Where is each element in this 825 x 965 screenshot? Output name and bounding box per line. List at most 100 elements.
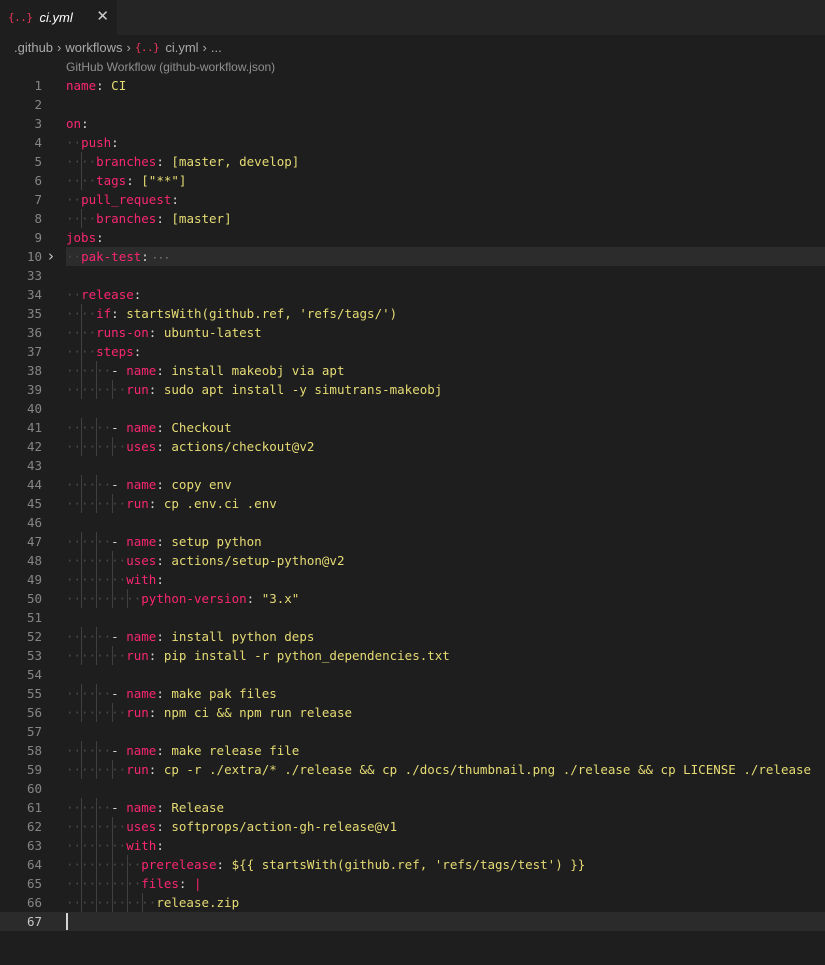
code-text: ········run: npm ci && npm run release (66, 703, 352, 722)
yaml-key: files (141, 876, 179, 891)
breadcrumb-workflows[interactable]: workflows (65, 40, 122, 55)
code-text: ··pull_request: (66, 190, 179, 209)
yaml-separator: : (216, 857, 232, 872)
yaml-key: prerelease (141, 857, 217, 872)
code-line[interactable]: 40 (0, 399, 825, 418)
yaml-key: branches (96, 154, 157, 169)
whitespace-marker: ···· (66, 173, 97, 188)
breadcrumb-symbols[interactable]: ... (211, 40, 222, 55)
whitespace-marker: ······ (66, 686, 112, 701)
breadcrumb-file[interactable]: ci.yml (165, 40, 198, 55)
code-line[interactable]: 66 ············release.zip (0, 893, 825, 912)
tab-ci-yml[interactable]: {..} ci.yml ✕ (0, 0, 117, 35)
code-text: ··········python-version: "3.x" (66, 589, 299, 608)
whitespace-marker: ············ (66, 895, 157, 910)
code-line[interactable]: 4 ··push: (0, 133, 825, 152)
yaml-key: run (126, 705, 149, 720)
whitespace-marker: ········ (66, 496, 127, 511)
code-line[interactable]: 7 ··pull_request: (0, 190, 825, 209)
code-line[interactable]: 8 ····branches: [master] (0, 209, 825, 228)
code-line[interactable]: 9 jobs: (0, 228, 825, 247)
whitespace-marker: ········ (66, 838, 127, 853)
code-line[interactable]: 5 ····branches: [master, develop] (0, 152, 825, 171)
code-line[interactable]: 6 ····tags: ["**"] (0, 171, 825, 190)
whitespace-marker: ···· (66, 325, 97, 340)
yaml-separator: : (156, 800, 172, 815)
line-number: 59 (26, 762, 42, 777)
code-text: on: (66, 114, 89, 133)
yaml-separator: : (156, 819, 172, 834)
yaml-key: push (81, 135, 112, 150)
breadcrumb-github[interactable]: .github (14, 40, 53, 55)
code-line[interactable]: 58 ······- name: make release file (0, 741, 825, 760)
code-line[interactable]: 39 ········run: sudo apt install -y simut… (0, 380, 825, 399)
code-line[interactable]: 42 ········uses: actions/checkout@v2 (0, 437, 825, 456)
code-line[interactable]: 64 ··········prerelease: ${{ startsWith(g… (0, 855, 825, 874)
code-line[interactable]: 61 ······- name: Release (0, 798, 825, 817)
line-number: 61 (26, 800, 42, 815)
code-line[interactable]: 2 (0, 95, 825, 114)
code-line[interactable]: 53 ········run: pip install -r python_dep… (0, 646, 825, 665)
code-line[interactable]: 52 ······- name: install python deps (0, 627, 825, 646)
code-line[interactable]: 63 ········with: (0, 836, 825, 855)
code-line[interactable]: 34 ··release: (0, 285, 825, 304)
yaml-separator: : (126, 173, 142, 188)
code-text: ········run: pip install -r python_depen… (66, 646, 450, 665)
yaml-separator: : (96, 78, 112, 93)
code-line[interactable]: 46 (0, 513, 825, 532)
tab-bar: {..} ci.yml ✕ (0, 0, 825, 35)
code-line[interactable]: 59 ········run: cp -r ./extra/* ./release… (0, 760, 825, 779)
yaml-separator: : (156, 743, 172, 758)
line-number: 50 (26, 591, 42, 606)
code-editor[interactable]: 1 name: CI 2 3 on: 4 ··push: 5 ····branches: [ma… (0, 76, 825, 931)
code-line[interactable]: 65 ··········files: | (0, 874, 825, 893)
chevron-right-icon[interactable]: › (48, 247, 54, 266)
line-number: 4 (34, 135, 42, 150)
code-line[interactable]: 56 ········run: npm ci && npm run release (0, 703, 825, 722)
whitespace-marker: ········ (66, 553, 127, 568)
yaml-value: [master] (171, 211, 232, 226)
code-line[interactable]: 35 ····if: startsWith(github.ref, 'refs/t… (0, 304, 825, 323)
code-line[interactable]: 3 on: (0, 114, 825, 133)
code-line[interactable]: 37 ····steps: (0, 342, 825, 361)
code-line[interactable]: 62 ········uses: softprops/action-gh-rele… (0, 817, 825, 836)
yaml-value: cp .env.ci .env (163, 496, 277, 511)
code-text: ········with: (66, 836, 164, 855)
list-dash: - (111, 477, 127, 492)
code-line[interactable]: 50 ··········python-version: "3.x" (0, 589, 825, 608)
code-line[interactable]: 67 (0, 912, 825, 931)
code-line[interactable]: 60 (0, 779, 825, 798)
code-line[interactable]: 49 ········with: (0, 570, 825, 589)
yaml-separator: : (148, 325, 164, 340)
code-line[interactable]: 10 › ··pak-test: ··· (0, 247, 825, 266)
yaml-separator: : (156, 553, 172, 568)
whitespace-marker: ·· (66, 192, 82, 207)
code-line[interactable]: 36 ····runs-on: ubuntu-latest (0, 323, 825, 342)
code-line[interactable]: 41 ······- name: Checkout (0, 418, 825, 437)
line-number: 51 (26, 610, 42, 625)
yaml-key: release (81, 287, 134, 302)
whitespace-marker: ······ (66, 534, 112, 549)
code-line[interactable]: 1 name: CI (0, 76, 825, 95)
code-line[interactable]: 48 ········uses: actions/setup-python@v2 (0, 551, 825, 570)
code-line[interactable]: 55 ······- name: make pak files (0, 684, 825, 703)
code-line[interactable]: 47 ······- name: setup python (0, 532, 825, 551)
code-text: ········uses: actions/setup-python@v2 (66, 551, 344, 570)
yaml-key: on (66, 116, 82, 131)
whitespace-marker: ···· (66, 306, 97, 321)
ellipsis-icon[interactable]: ··· (152, 253, 170, 264)
code-text: name: CI (66, 76, 126, 95)
code-line[interactable]: 38 ······- name: install makeobj via apt (0, 361, 825, 380)
schema-hint[interactable]: GitHub Workflow (github-workflow.json) (66, 59, 275, 75)
code-line[interactable]: 57 (0, 722, 825, 741)
code-line[interactable]: 44 ······- name: copy env (0, 475, 825, 494)
code-line[interactable]: 51 (0, 608, 825, 627)
close-icon[interactable]: ✕ (96, 7, 109, 25)
list-dash: - (111, 743, 127, 758)
yaml-separator: : (148, 382, 164, 397)
code-line[interactable]: 43 (0, 456, 825, 475)
code-text: ····tags: ["**"] (66, 171, 186, 190)
code-line[interactable]: 45 ········run: cp .env.ci .env (0, 494, 825, 513)
code-line[interactable]: 33 (0, 266, 825, 285)
code-line[interactable]: 54 (0, 665, 825, 684)
